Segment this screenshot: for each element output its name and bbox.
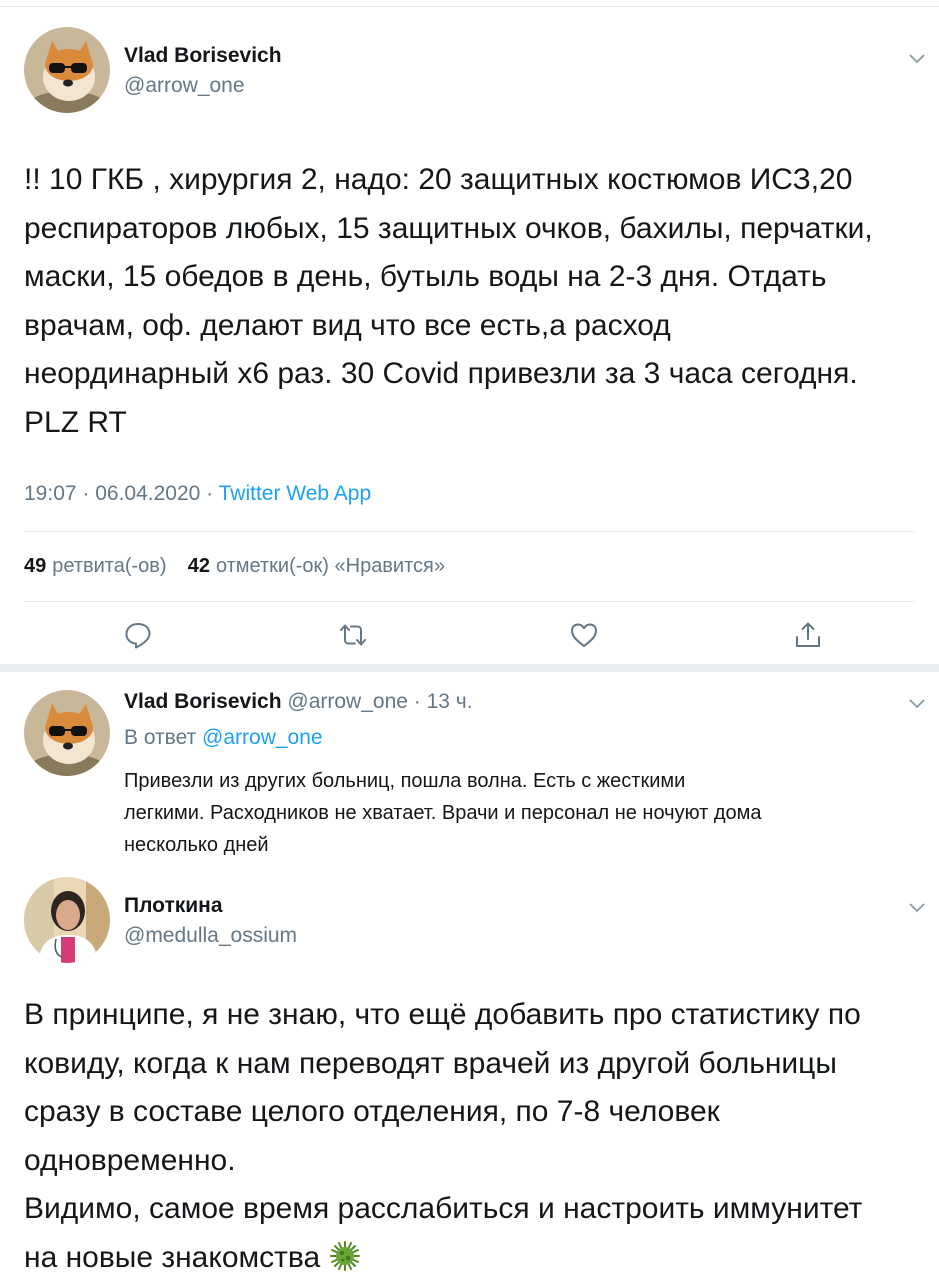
tweet-text-line: PLZ RT <box>24 399 924 448</box>
tweet-text: В принципе, я не знаю, что ещё добавить … <box>24 991 924 1282</box>
author-handle[interactable]: @medulla_ossium <box>124 924 297 948</box>
tweet-text: !! 10 ГКБ , хирургия 2, надо: 20 защитны… <box>24 156 924 447</box>
like-icon[interactable] <box>569 620 599 650</box>
tweet-text-line: неординарный x6 раз. 30 Covid привезли з… <box>24 350 924 399</box>
reply-text-line: легкими. Расходников не хватает. Врачи и… <box>124 797 924 829</box>
avatar-doctor-image <box>24 877 110 963</box>
reply-icon[interactable] <box>123 620 153 650</box>
avatar[interactable] <box>24 690 110 776</box>
divider <box>24 531 915 532</box>
source-link[interactable]: Twitter Web App <box>219 482 372 505</box>
likes-label: отметки(-ок) «Нравится» <box>216 555 445 577</box>
tweet-text-line-last: на новые знакомства <box>24 1234 924 1282</box>
tweet-text-line: одновременно. <box>24 1137 924 1186</box>
avatar-shiba-image <box>24 27 110 113</box>
author-name[interactable]: Vlad Borisevich <box>124 690 282 713</box>
chevron-down-icon[interactable] <box>908 697 926 709</box>
tweet-text-line: ковиду, когда к нам переводят врачей из … <box>24 1040 924 1089</box>
tweet-text-line: Видимо, самое время расслабиться и настр… <box>24 1185 924 1234</box>
reply-to-mention[interactable]: @arrow_one <box>202 726 323 749</box>
share-icon[interactable] <box>793 620 823 650</box>
tweet-text-line: В принципе, я не знаю, что ещё добавить … <box>24 991 924 1040</box>
reply-author-line: Vlad Borisevich @arrow_one · 13 ч. <box>124 690 473 714</box>
reply-to-prefix: В ответ <box>124 726 202 749</box>
author-handle[interactable]: @arrow_one <box>124 74 245 98</box>
retweet-icon[interactable] <box>338 620 368 650</box>
reply-text-line: несколько дней <box>124 829 924 861</box>
tweet-text-line: !! 10 ГКБ , хирургия 2, надо: 20 защитны… <box>24 156 924 205</box>
retweets-label: ретвита(-ов) <box>52 555 166 577</box>
timestamp-text[interactable]: 19:07 · 06.04.2020 · <box>24 482 219 505</box>
avatar-shiba-image <box>24 690 110 776</box>
reply-text: Привезли из других больниц, пошла волна.… <box>124 765 924 861</box>
likes-count: 42 <box>188 555 210 577</box>
divider <box>24 601 915 602</box>
author-name[interactable]: Плоткина <box>124 894 223 918</box>
reply-to-line: В ответ @arrow_one <box>124 726 323 750</box>
reply-text-line: Привезли из других больниц, пошла волна.… <box>124 765 924 797</box>
tweet-text-line: на новые знакомства <box>24 1241 320 1274</box>
tweet-timestamp: 19:07 · 06.04.2020 · Twitter Web App <box>24 482 371 506</box>
likes-stat[interactable]: 42 отметки(-ок) «Нравится» <box>188 555 445 577</box>
tweet-text-line: респираторов любых, 15 защитных очков, б… <box>24 205 924 254</box>
avatar[interactable] <box>24 27 110 113</box>
chevron-down-icon[interactable] <box>908 52 926 64</box>
tweet-text-line: маски, 15 обедов в день, бутыль воды на … <box>24 253 924 302</box>
microbe-emoji-icon <box>329 1240 361 1272</box>
top-divider <box>0 6 939 7</box>
avatar[interactable] <box>24 877 110 963</box>
section-separator <box>0 664 939 672</box>
chevron-down-icon[interactable] <box>908 901 926 913</box>
author-handle-time[interactable]: @arrow_one · 13 ч. <box>282 690 473 713</box>
tweet-text-line: сразу в составе целого отделения, по 7-8… <box>24 1088 924 1137</box>
retweets-count: 49 <box>24 555 46 577</box>
tweet-text-line: врачам, оф. делают вид что все есть,а ра… <box>24 302 924 351</box>
retweets-stat[interactable]: 49 ретвита(-ов) <box>24 555 167 577</box>
author-name[interactable]: Vlad Borisevich <box>124 44 282 68</box>
tweet-stats: 49 ретвита(-ов) 42 отметки(-ок) «Нравится» <box>24 555 445 578</box>
